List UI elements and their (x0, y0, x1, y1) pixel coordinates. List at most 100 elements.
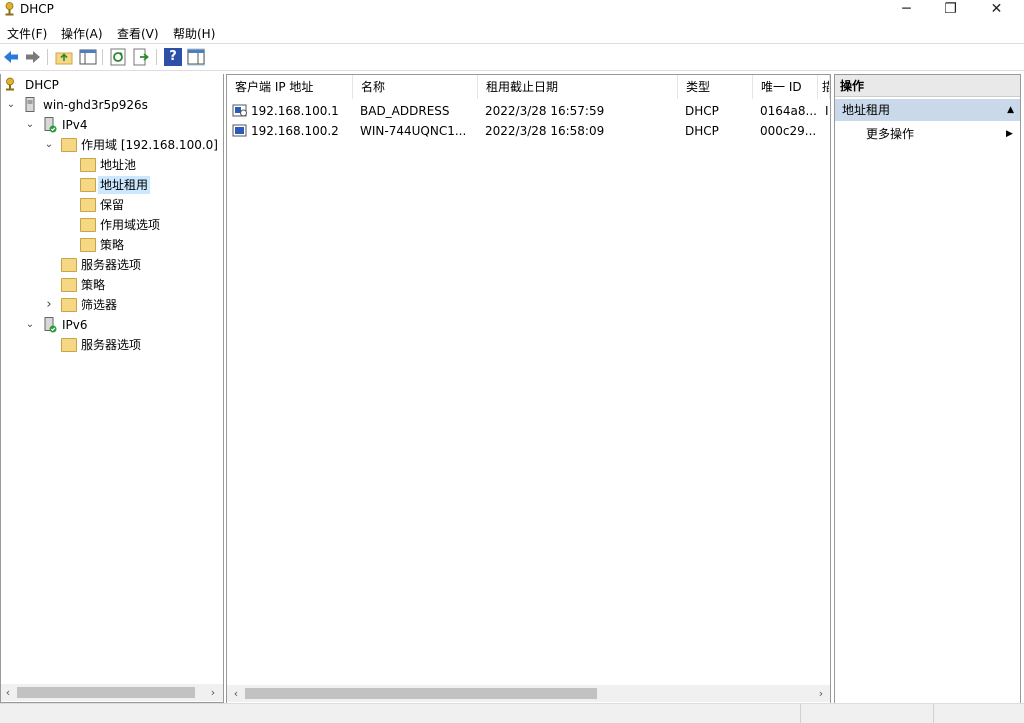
scrollbar-thumb[interactable] (245, 688, 597, 699)
collapse-icon[interactable]: ▲ (1007, 99, 1014, 121)
chevron-down-icon[interactable]: ⌄ (43, 136, 55, 154)
cell-ip: 192.168.100.1 (251, 104, 339, 118)
scroll-right-icon[interactable]: › (814, 685, 828, 702)
lease-list: 客户端 IP 地址 名称 租用截止日期 类型 唯一 ID 描 192.168.1… (226, 74, 831, 704)
tree-node-address-pool[interactable]: 地址池 (3, 156, 203, 174)
cell-expires: 2022/3/28 16:57:59 (485, 104, 605, 118)
tree-node-scope[interactable]: ⌄ 作用域 [192.168.100.0] 10 (3, 136, 223, 154)
window-title: DHCP (20, 2, 54, 16)
cell-description (825, 121, 830, 141)
tree-node-ipv4[interactable]: ⌄ IPv4 (3, 116, 203, 134)
address-pool-icon (80, 158, 96, 172)
tree-label: 地址池 (100, 158, 137, 172)
more-actions-item[interactable]: 更多操作 (866, 125, 914, 143)
cell-description: I (825, 104, 829, 118)
actions-section-label: 地址租用 (842, 103, 891, 117)
address-leases-icon (80, 178, 96, 192)
tree-label: 作用域 [192.168.100.0] 10 (81, 138, 223, 152)
tree-node-address-leases[interactable]: 地址租用 (3, 176, 203, 194)
title-bar: DHCP ─ ❐ ✕ (0, 0, 1024, 20)
tree-node-server[interactable]: ⌄ win-ghd3r5p926s (3, 96, 203, 114)
refresh-icon[interactable] (109, 48, 127, 66)
tree-label: 服务器选项 (81, 258, 142, 272)
tree-node-dhcp[interactable]: DHCP (3, 76, 203, 94)
column-header-description[interactable]: 描 (818, 75, 830, 99)
cell-name: BAD_ADDRESS (360, 104, 450, 118)
menu-view[interactable]: 查看(V) (117, 25, 159, 42)
menu-action[interactable]: 操作(A) (61, 25, 103, 42)
tree-label: 地址租用 (98, 176, 151, 194)
column-header-unique-id[interactable]: 唯一 ID (753, 75, 818, 99)
server-icon (25, 97, 35, 112)
tree-node-filters[interactable]: › 筛选器 (3, 296, 203, 314)
scrollbar-thumb[interactable] (17, 687, 195, 698)
tree-label: 策略 (81, 278, 106, 292)
show-hide-action-pane-icon[interactable] (187, 48, 205, 66)
tree-label: win-ghd3r5p926s (43, 98, 148, 112)
tree-horizontal-scrollbar[interactable]: ‹ › (1, 684, 223, 701)
ipv6-server-icon (44, 317, 57, 333)
tree-node-server-options[interactable]: 服务器选项 (3, 256, 203, 274)
export-list-icon[interactable] (132, 48, 150, 66)
scroll-left-icon[interactable]: ‹ (229, 685, 243, 702)
toolbar: ? (0, 44, 1024, 71)
minimize-button[interactable]: ─ (884, 0, 929, 20)
toolbar-separator (102, 49, 103, 65)
chevron-down-icon[interactable]: ⌄ (5, 96, 17, 114)
list-horizontal-scrollbar[interactable]: ‹ › (227, 685, 830, 702)
table-row[interactable]: 192.168.100.2 WIN-744UQNC1... 2022/3/28 … (227, 121, 827, 141)
table-row[interactable]: 192.168.100.1 BAD_ADDRESS 2022/3/28 16:5… (227, 101, 829, 121)
tree-label: 筛选器 (81, 298, 118, 312)
toolbar-separator (47, 49, 48, 65)
scroll-left-icon[interactable]: ‹ (1, 684, 15, 701)
policies-icon (61, 278, 77, 292)
menu-file[interactable]: 文件(F) (7, 25, 47, 42)
console-tree: DHCP ⌄ win-ghd3r5p926s ⌄ IPv4 ⌄ 作用域 [192… (0, 74, 224, 703)
actions-pane: 操作 地址租用 ▲ 更多操作 ▶ (834, 74, 1021, 704)
reservations-icon (80, 198, 96, 212)
cell-type: DHCP (685, 124, 719, 138)
lease-icon (232, 124, 247, 137)
up-folder-icon[interactable] (55, 48, 73, 66)
menu-help[interactable]: 帮助(H) (173, 25, 215, 42)
submenu-arrow-icon[interactable]: ▶ (1006, 125, 1013, 143)
cell-expires: 2022/3/28 16:58:09 (485, 124, 605, 138)
restore-button[interactable]: ❐ (928, 0, 973, 20)
column-header-type[interactable]: 类型 (678, 75, 753, 99)
column-header-lease-expiration[interactable]: 租用截止日期 (478, 75, 678, 99)
tree-node-reservations[interactable]: 保留 (3, 196, 203, 214)
tree-label: IPv6 (62, 318, 88, 332)
help-icon[interactable]: ? (164, 48, 182, 66)
policies-icon (80, 238, 96, 252)
scroll-right-icon[interactable]: › (206, 684, 220, 701)
cell-type: DHCP (685, 104, 719, 118)
tree-label: 服务器选项 (81, 338, 142, 352)
server-options-icon (61, 338, 77, 352)
tree-node-scope-options[interactable]: 作用域选项 (3, 216, 203, 234)
tree-label: 作用域选项 (100, 218, 161, 232)
chevron-right-icon[interactable]: › (43, 296, 55, 314)
column-header-client-ip[interactable]: 客户端 IP 地址 (227, 75, 353, 99)
more-actions-label: 更多操作 (866, 127, 915, 141)
ipv4-server-icon (44, 117, 57, 133)
tree-node-ipv6[interactable]: ⌄ IPv6 (3, 316, 203, 334)
actions-section-address-leases[interactable]: 地址租用 ▲ (835, 99, 1020, 121)
dhcp-app-icon (5, 2, 14, 16)
tree-label: IPv4 (62, 118, 88, 132)
column-header-name[interactable]: 名称 (353, 75, 478, 99)
folder-icon (61, 138, 77, 152)
close-button[interactable]: ✕ (974, 0, 1019, 20)
back-icon[interactable] (2, 48, 20, 66)
status-divider (800, 704, 801, 723)
chevron-down-icon[interactable]: ⌄ (24, 316, 36, 334)
chevron-down-icon[interactable]: ⌄ (24, 116, 36, 134)
forward-icon[interactable] (24, 48, 42, 66)
tree-node-ipv6-server-options[interactable]: 服务器选项 (3, 336, 203, 354)
server-options-icon (61, 258, 77, 272)
tree-node-policies[interactable]: 策略 (3, 276, 203, 294)
tree-node-scope-policies[interactable]: 策略 (3, 236, 203, 254)
toolbar-separator (156, 49, 157, 65)
dhcp-icon (6, 77, 14, 91)
tree-label: DHCP (25, 78, 59, 92)
show-hide-console-tree-icon[interactable] (79, 48, 97, 66)
